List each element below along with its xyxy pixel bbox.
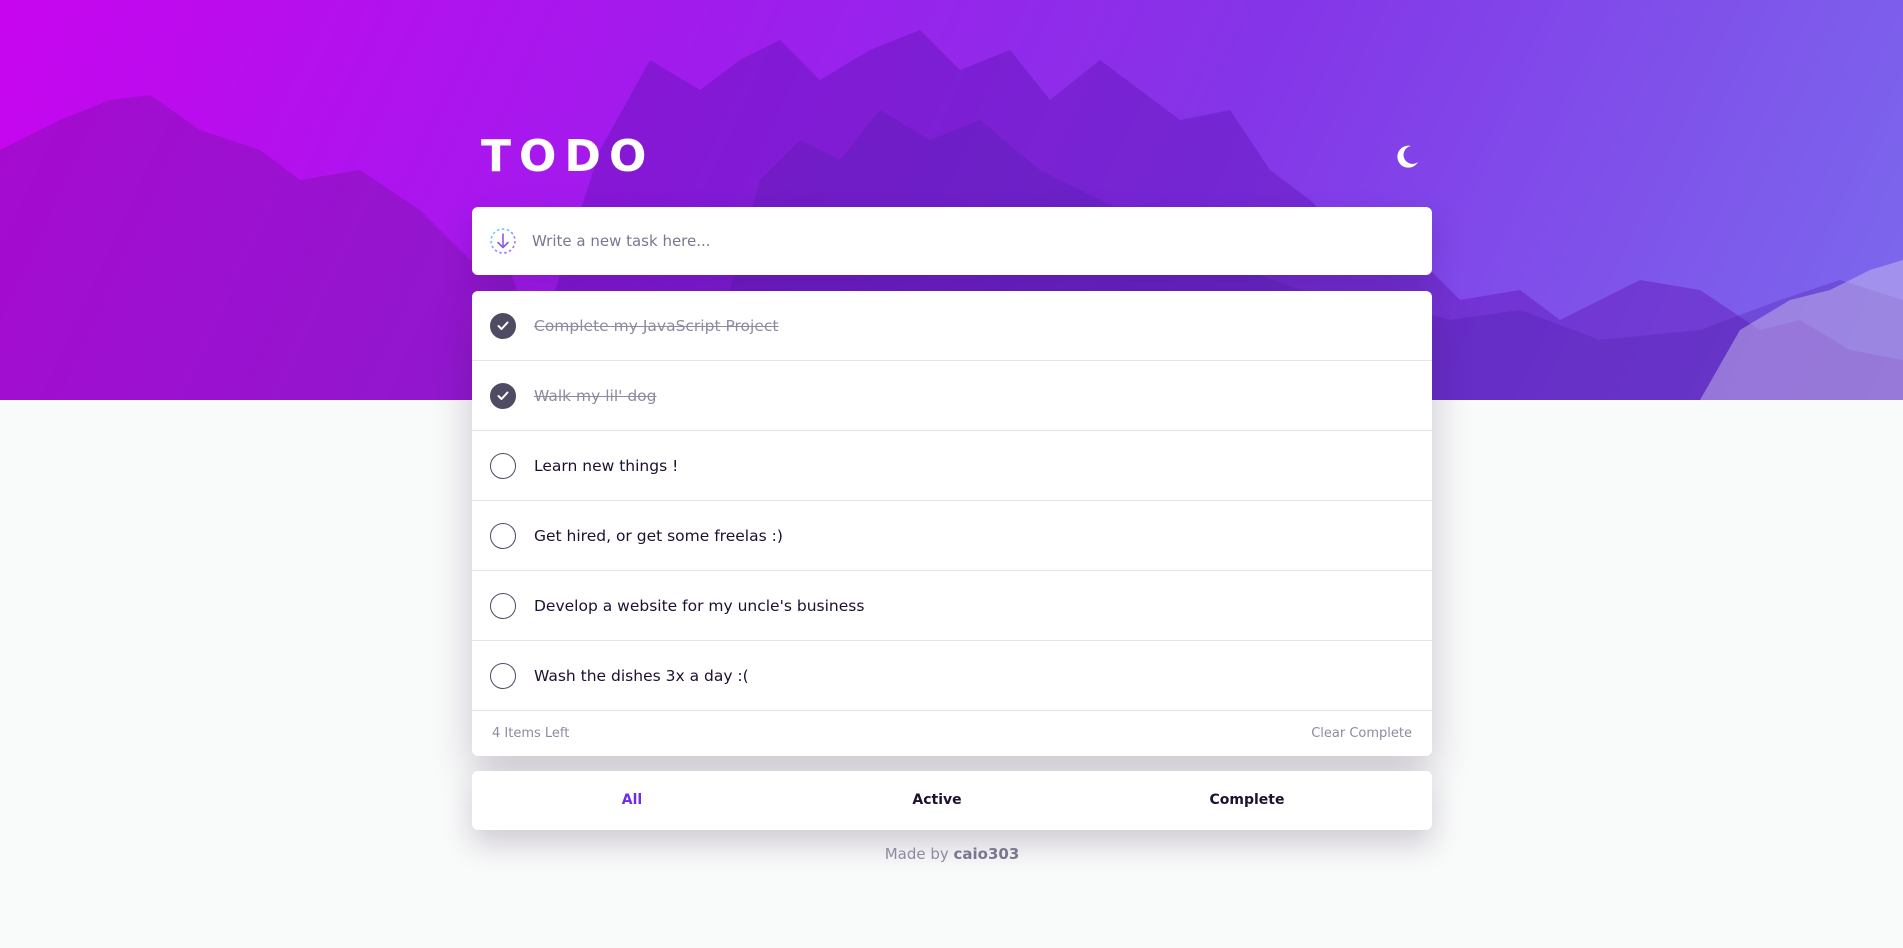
add-task-icon[interactable] (488, 226, 518, 256)
credit-prefix: Made by (884, 845, 949, 863)
list-footer: 4 Items Left Clear Complete (472, 711, 1432, 756)
todo-item-text: Wash the dishes 3x a day :( (534, 666, 749, 685)
clear-complete-button[interactable]: Clear Complete (1311, 726, 1412, 741)
filter-all-button[interactable]: All (622, 771, 642, 830)
checkbox-empty-icon[interactable] (490, 452, 516, 479)
todo-item[interactable]: Walk my lil' dog (472, 361, 1432, 431)
todo-item[interactable]: Learn new things ! (472, 431, 1432, 501)
todo-item-text: Get hired, or get some freelas :) (534, 526, 783, 545)
checkbox-checked-icon[interactable] (490, 312, 516, 339)
app-header: TODO (472, 132, 1432, 182)
todo-item-text: Complete my JavaScript Project (534, 316, 779, 335)
filter-complete-button[interactable]: Complete (1210, 771, 1285, 830)
credit-author[interactable]: caio303 (954, 845, 1020, 863)
checkbox-checked-icon[interactable] (490, 382, 516, 409)
checkbox-empty-icon[interactable] (490, 522, 516, 549)
moon-icon[interactable] (1392, 142, 1422, 172)
new-task-bar (472, 207, 1432, 275)
filter-active-button[interactable]: Active (912, 771, 961, 830)
new-task-input[interactable] (532, 232, 1392, 250)
todo-item-text: Develop a website for my uncle's busines… (534, 596, 865, 615)
filter-bar: All Active Complete (472, 771, 1432, 830)
todo-item[interactable]: Get hired, or get some freelas :) (472, 501, 1432, 571)
todo-item[interactable]: Complete my JavaScript Project (472, 291, 1432, 361)
todo-item-text: Learn new things ! (534, 456, 679, 475)
todo-list: Complete my JavaScript Project Walk my li… (472, 291, 1432, 756)
todo-item[interactable]: Wash the dishes 3x a day :( (472, 641, 1432, 711)
checkbox-empty-icon[interactable] (490, 592, 516, 619)
todo-item[interactable]: Develop a website for my uncle's busines… (472, 571, 1432, 641)
todo-item-text: Walk my lil' dog (534, 386, 657, 405)
app-title: TODO (481, 131, 655, 182)
checkbox-empty-icon[interactable] (490, 662, 516, 689)
credit-line: Made by caio303 (472, 845, 1432, 863)
items-left-count: 4 Items Left (492, 726, 570, 741)
